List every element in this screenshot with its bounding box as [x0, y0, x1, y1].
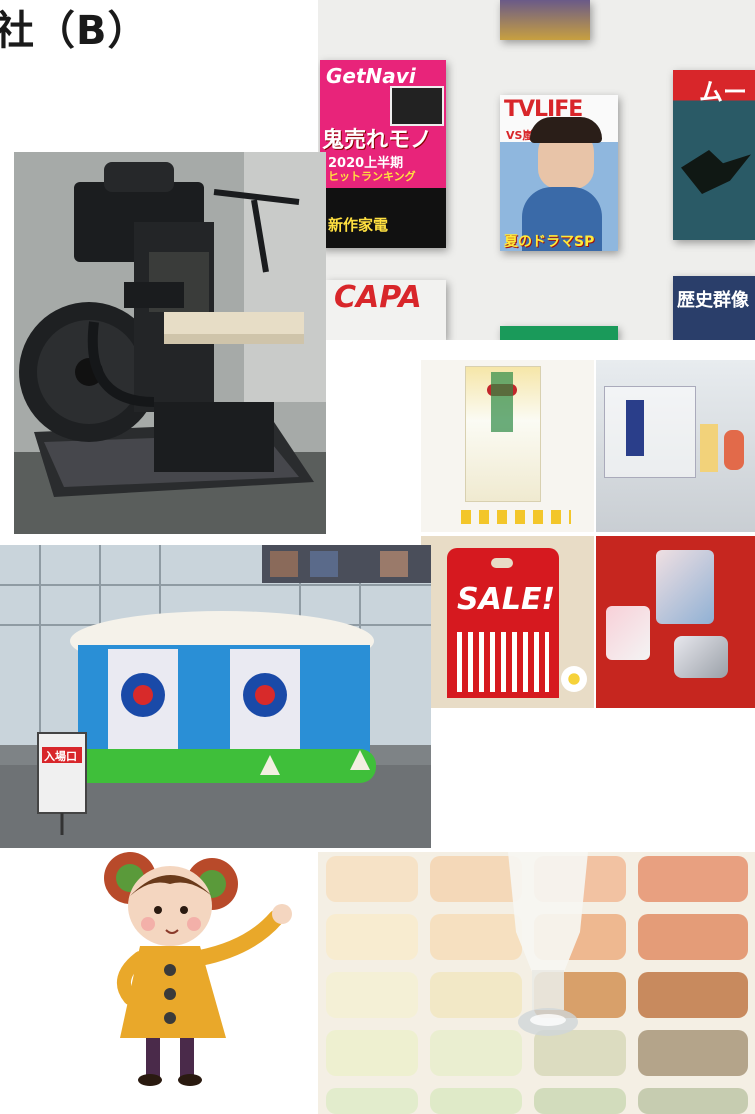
magazine-capa: CAPA	[326, 280, 446, 340]
getnavi-title: GetNavi	[326, 64, 416, 88]
getnavi-device-image	[390, 86, 444, 126]
mu-crow-image	[681, 150, 751, 194]
magazine-green-partial	[500, 326, 618, 340]
packaging-photo-grid: SALE!	[421, 360, 755, 708]
sale-bag-stripes	[457, 632, 549, 692]
atrium-inflatable-photo: 入場口	[0, 545, 431, 848]
flower-decoration	[561, 666, 587, 692]
clear-pouch-silver	[674, 636, 728, 678]
mu-title: ムー	[699, 78, 747, 106]
cosmetic-bottle-blue	[626, 400, 644, 456]
cosmetic-bottle-yellow	[700, 424, 718, 472]
pouch-ribbon	[491, 372, 513, 432]
tvlife-feature: 夏のドラマSP	[504, 234, 595, 250]
entrance-sign-text: 入場口	[44, 749, 77, 763]
letterpress-machine-illustration	[14, 152, 326, 534]
tvlife-cover-hair	[530, 117, 602, 143]
color-gel-illustration	[318, 852, 755, 1114]
color-gel-palette-photo	[318, 852, 755, 1114]
packaging-clear-case-cell	[596, 360, 755, 532]
pouch-snacks	[461, 510, 571, 524]
magazines-photo: GetNavi 鬼売れモノ 2020上半期 ヒットランキング 新作家電 TVLI…	[318, 0, 755, 340]
magazine-cover-top	[500, 0, 590, 40]
atrium-illustration: 入場口	[0, 545, 431, 848]
getnavi-headline: 鬼売れモノ	[322, 128, 433, 153]
capa-title: CAPA	[334, 280, 422, 315]
sale-bag: SALE!	[447, 548, 559, 698]
packaging-pouch-cell	[421, 360, 594, 532]
clear-case	[604, 386, 696, 478]
clear-pouch-large	[656, 550, 714, 624]
sale-text: SALE!	[457, 582, 556, 617]
clear-pouch-small	[606, 606, 650, 660]
getnavi-sub2: ヒットランキング	[328, 170, 416, 183]
letterpress-machine-photo	[14, 152, 326, 534]
magazine-tvlife: TVLIFE VS嵐 夏のドラマSP	[500, 95, 618, 251]
packaging-sale-bag-cell: SALE!	[421, 536, 594, 708]
packaging-clear-pouch-cell	[596, 536, 755, 708]
getnavi-feature: 新作家電	[328, 216, 389, 234]
rekishi-title: 歴史群像	[677, 290, 749, 311]
magazine-getnavi: GetNavi 鬼売れモノ 2020上半期 ヒットランキング 新作家電	[320, 60, 446, 248]
page-title: 社（B）	[0, 8, 149, 54]
mascot-illustration	[104, 852, 292, 1086]
getnavi-bottom-band: 新作家電	[320, 188, 446, 248]
magazine-mu: ムー	[673, 70, 755, 240]
magazine-rekishi: 歴史群像	[673, 276, 755, 340]
sale-bag-handle-hole	[491, 558, 513, 568]
mascot-character	[100, 848, 310, 1088]
cosmetic-bottle-red	[724, 430, 744, 470]
